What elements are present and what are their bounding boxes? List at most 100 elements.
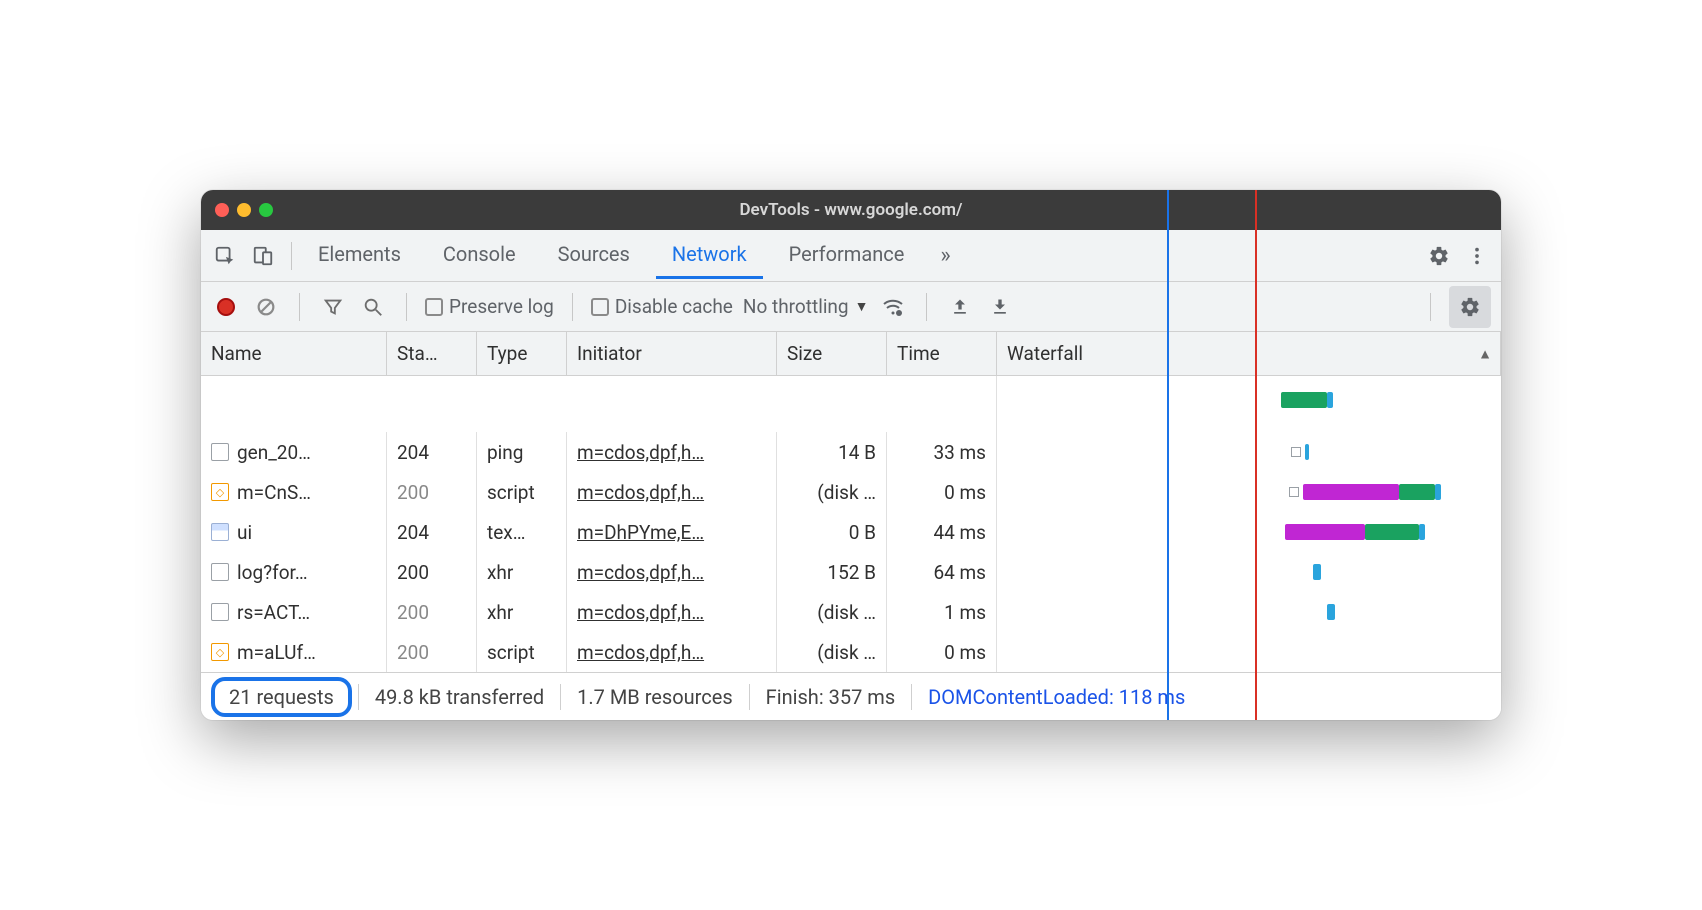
network-toolbar: Preserve log Disable cache No throttling… xyxy=(201,282,1501,332)
device-toolbar-icon[interactable] xyxy=(245,238,281,274)
throttling-dropdown[interactable]: No throttling ▼ xyxy=(743,295,869,318)
col-initiator[interactable]: Initiator xyxy=(567,332,777,376)
name-cell[interactable]: gen_20… xyxy=(201,432,387,472)
clear-button[interactable] xyxy=(251,292,281,322)
type-cell[interactable]: tex… xyxy=(477,512,567,552)
size-cell[interactable]: 14 B xyxy=(777,432,887,472)
file-type-icon xyxy=(211,603,229,621)
initiator-cell[interactable]: m=cdos,dpf,h… xyxy=(567,552,777,592)
request-name: gen_20… xyxy=(237,441,311,464)
time-cell[interactable]: 0 ms xyxy=(887,472,997,512)
type-cell[interactable]: script xyxy=(477,632,567,672)
table-row[interactable] xyxy=(201,376,997,432)
waterfall-cell[interactable] xyxy=(997,376,1501,432)
tabs-overflow-button[interactable]: » xyxy=(930,237,960,274)
waterfall-bar xyxy=(1399,484,1435,500)
initiator-link[interactable]: m=cdos,dpf,h… xyxy=(577,561,704,584)
waterfall-cell[interactable] xyxy=(997,432,1501,472)
maximize-window-button[interactable] xyxy=(259,203,273,217)
initiator-link[interactable]: m=cdos,dpf,h… xyxy=(577,601,704,624)
initiator-link[interactable]: m=DhPYme,E… xyxy=(577,521,704,544)
finish-time: Finish: 357 ms xyxy=(750,685,912,709)
waterfall-bar xyxy=(1327,604,1335,620)
col-size[interactable]: Size xyxy=(777,332,887,376)
tab-performance[interactable]: Performance xyxy=(773,232,921,279)
separator xyxy=(291,242,292,270)
filter-icon[interactable] xyxy=(318,292,348,322)
status-cell[interactable]: 204 xyxy=(387,512,477,552)
queue-marker xyxy=(1289,487,1299,497)
status-cell[interactable]: 200 xyxy=(387,632,477,672)
time-cell[interactable]: 44 ms xyxy=(887,512,997,552)
upload-har-icon[interactable] xyxy=(945,292,975,322)
size-cell[interactable]: (disk … xyxy=(777,632,887,672)
settings-gear-icon[interactable] xyxy=(1421,238,1457,274)
time-cell[interactable]: 1 ms xyxy=(887,592,997,632)
name-cell[interactable]: rs=ACT… xyxy=(201,592,387,632)
col-time[interactable]: Time xyxy=(887,332,997,376)
initiator-cell[interactable]: m=cdos,dpf,h… xyxy=(567,432,777,472)
size-cell[interactable]: (disk … xyxy=(777,472,887,512)
record-button[interactable] xyxy=(211,292,241,322)
download-har-icon[interactable] xyxy=(985,292,1015,322)
name-cell[interactable]: m=CnS… xyxy=(201,472,387,512)
file-type-icon xyxy=(211,563,229,581)
request-name: m=CnS… xyxy=(237,481,311,504)
request-time: 64 ms xyxy=(933,561,986,584)
initiator-link[interactable]: m=cdos,dpf,h… xyxy=(577,641,704,664)
waterfall-cell[interactable] xyxy=(997,472,1501,512)
name-cell[interactable]: m=aLUf… xyxy=(201,632,387,672)
time-cell[interactable]: 33 ms xyxy=(887,432,997,472)
initiator-link[interactable]: m=cdos,dpf,h… xyxy=(577,441,704,464)
status-cell[interactable]: 204 xyxy=(387,432,477,472)
disable-cache-checkbox[interactable]: Disable cache xyxy=(591,295,733,318)
status-cell[interactable]: 200 xyxy=(387,552,477,592)
checkbox-icon xyxy=(425,298,443,316)
size-cell[interactable]: 152 B xyxy=(777,552,887,592)
tab-console[interactable]: Console xyxy=(427,232,532,279)
tab-elements[interactable]: Elements xyxy=(302,232,417,279)
waterfall-cell[interactable] xyxy=(997,632,1501,672)
sort-indicator-icon: ▲ xyxy=(1478,345,1492,362)
initiator-cell[interactable]: m=cdos,dpf,h… xyxy=(567,632,777,672)
network-table: Name Sta… Type Initiator Size Time Water… xyxy=(201,332,1501,672)
time-cell[interactable]: 64 ms xyxy=(887,552,997,592)
type-cell[interactable]: script xyxy=(477,472,567,512)
type-cell[interactable]: ping xyxy=(477,432,567,472)
chevron-down-icon: ▼ xyxy=(855,298,869,315)
kebab-menu-icon[interactable] xyxy=(1459,238,1495,274)
col-type[interactable]: Type xyxy=(477,332,567,376)
initiator-cell[interactable]: m=cdos,dpf,h… xyxy=(567,592,777,632)
col-waterfall[interactable]: Waterfall ▲ xyxy=(997,332,1501,376)
inspect-element-icon[interactable] xyxy=(207,238,243,274)
request-time: 1 ms xyxy=(944,601,986,624)
size-cell[interactable]: (disk … xyxy=(777,592,887,632)
network-conditions-icon[interactable] xyxy=(878,292,908,322)
size-cell[interactable]: 0 B xyxy=(777,512,887,552)
col-name[interactable]: Name xyxy=(201,332,387,376)
request-type: ping xyxy=(487,441,523,464)
name-cell[interactable]: log?for… xyxy=(201,552,387,592)
status-cell[interactable]: 200 xyxy=(387,472,477,512)
preserve-log-checkbox[interactable]: Preserve log xyxy=(425,295,554,318)
col-status[interactable]: Sta… xyxy=(387,332,477,376)
waterfall-bar xyxy=(1285,524,1365,540)
search-icon[interactable] xyxy=(358,292,388,322)
initiator-link[interactable]: m=cdos,dpf,h… xyxy=(577,481,704,504)
type-cell[interactable]: xhr xyxy=(477,552,567,592)
file-type-icon xyxy=(211,443,229,461)
name-cell[interactable]: ui xyxy=(201,512,387,552)
waterfall-cell[interactable] xyxy=(997,512,1501,552)
close-window-button[interactable] xyxy=(215,203,229,217)
waterfall-cell[interactable] xyxy=(997,592,1501,632)
status-cell[interactable]: 200 xyxy=(387,592,477,632)
network-settings-button[interactable] xyxy=(1449,286,1491,328)
initiator-cell[interactable]: m=cdos,dpf,h… xyxy=(567,472,777,512)
tab-sources[interactable]: Sources xyxy=(542,232,646,279)
initiator-cell[interactable]: m=DhPYme,E… xyxy=(567,512,777,552)
waterfall-cell[interactable] xyxy=(997,552,1501,592)
minimize-window-button[interactable] xyxy=(237,203,251,217)
type-cell[interactable]: xhr xyxy=(477,592,567,632)
time-cell[interactable]: 0 ms xyxy=(887,632,997,672)
tab-network[interactable]: Network xyxy=(656,232,763,279)
